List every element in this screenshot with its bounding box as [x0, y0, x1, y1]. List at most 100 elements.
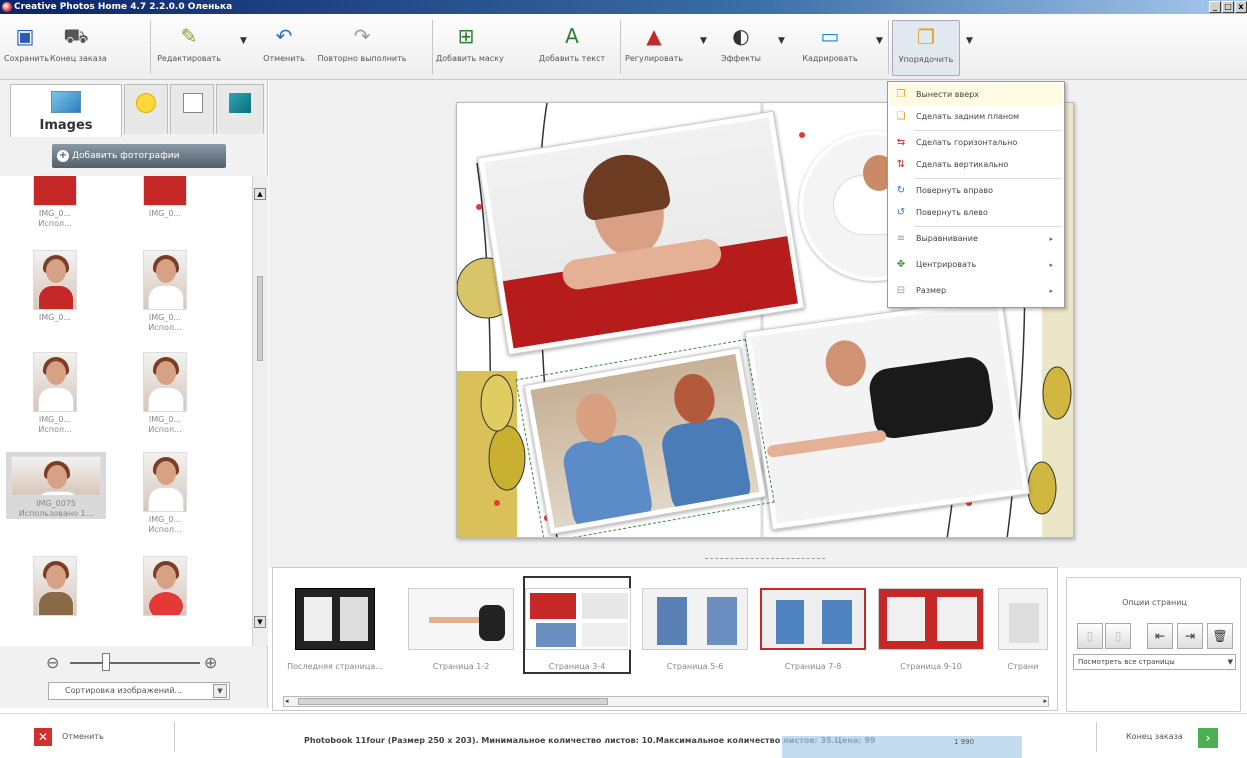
close-button[interactable]: x	[1235, 1, 1247, 13]
cancel-button[interactable]: ✕ Отменить	[34, 728, 164, 748]
left-panel: Images + Добавить фотографии IMG_0... Ис…	[0, 80, 268, 708]
page-thumbnail[interactable]: Страница 5-6	[641, 588, 749, 671]
photo-thumbnail[interactable]: IMG_0... Испол...	[130, 250, 200, 333]
page-thumbnail[interactable]: Страни	[995, 588, 1051, 671]
thumbnail-scrollbar[interactable]: ▲ ▼	[252, 176, 268, 646]
add-frame-button[interactable]: ⊞ Добавить маску	[436, 20, 504, 76]
menu-item-size[interactable]: ⊟ Размер ▸	[889, 280, 1063, 302]
maximize-button[interactable]: □	[1222, 1, 1234, 13]
scroll-left-button[interactable]: ◂	[285, 697, 289, 705]
tab-backgrounds[interactable]	[216, 84, 264, 134]
menu-label: Сделать горизонтально	[916, 138, 1018, 147]
redo-button[interactable]: ↷ Повторно выполнить	[312, 20, 412, 76]
page-strip-scrollbar[interactable]: ◂ ▸	[283, 696, 1049, 707]
scroll-thumb[interactable]	[257, 276, 263, 361]
page-thumbnail[interactable]: Последняя страница...	[281, 588, 389, 671]
photo-frame-woman-stretching[interactable]	[744, 295, 1030, 531]
add-photos-button[interactable]: + Добавить фотографии	[52, 144, 226, 168]
menu-item-flip-vertical[interactable]: ⇅ Сделать вертикально	[889, 154, 1063, 176]
photo-thumbnail[interactable]: IMG_0... Испол...	[130, 452, 200, 535]
photo-thumbnail[interactable]: IMG_0... Испол...	[20, 176, 90, 229]
view-pages-dropdown[interactable]: Посмотреть все страницы ▼	[1073, 654, 1236, 670]
edit-button[interactable]: ✎ Редактировать	[154, 20, 224, 76]
photo-thumbnail[interactable]: IMG_0...	[20, 250, 90, 323]
cancel-label: Отменить	[62, 732, 104, 741]
flip-horizontal-icon: ⇆	[896, 137, 906, 148]
menu-item-rotate-left[interactable]: ↺ Повернуть влево	[889, 202, 1063, 224]
edit-label: Редактировать	[157, 54, 221, 63]
adjust-button[interactable]: ▲ Регулировать	[624, 20, 684, 76]
thumbnail-status: Испол...	[148, 425, 182, 434]
photo-thumbnail[interactable]	[20, 556, 90, 619]
zoom-slider-thumb[interactable]	[102, 653, 110, 671]
tab-layouts[interactable]	[170, 84, 214, 134]
page-thumbnail-image	[408, 588, 514, 650]
rotate-right-icon: ↻	[896, 185, 906, 196]
photo-thumbnail-selected[interactable]: IMG_0075 Использовано 1...	[6, 452, 106, 519]
minimize-button[interactable]: _	[1209, 1, 1221, 13]
app-icon	[2, 2, 12, 12]
zoom-control: ⊖ ⊕	[30, 645, 250, 685]
page-label: Последняя страница...	[287, 662, 383, 671]
menu-label: Выравнивание	[916, 234, 978, 243]
menu-item-rotate-right[interactable]: ↻ Повернуть вправо	[889, 180, 1063, 202]
title-bar: Creative Photos Home 4.7 2.2.0.0 Оленька…	[0, 0, 1247, 14]
crop-button[interactable]: ▭ Кадрировать	[790, 20, 870, 76]
toolbar-separator	[620, 20, 621, 74]
page-option-disabled-button[interactable]: ▯	[1077, 623, 1103, 649]
menu-separator	[914, 178, 1062, 179]
zoom-out-icon[interactable]: ⊖	[46, 653, 59, 672]
photo-thumbnail[interactable]: IMG_0...	[130, 176, 200, 219]
effects-button[interactable]: ◐ Эффекты	[712, 20, 770, 76]
photo-thumbnail[interactable]: IMG_0... Испол...	[20, 352, 90, 435]
menu-item-flip-horizontal[interactable]: ⇆ Сделать горизонтально	[889, 132, 1063, 154]
menu-item-align[interactable]: ≡ Выравнивание ▸	[889, 228, 1063, 250]
menu-item-bring-forward[interactable]: ❐ Вынести вверх	[889, 84, 1063, 106]
arrange-dropdown-arrow[interactable]: ▼	[966, 36, 973, 46]
scroll-up-button[interactable]: ▲	[254, 188, 266, 200]
cart-button[interactable]: ⛟ Конец заказа	[50, 20, 107, 76]
rotate-left-icon: ↺	[896, 207, 906, 218]
window-title: Creative Photos Home 4.7 2.2.0.0 Оленька	[14, 2, 233, 12]
photo-thumbnail[interactable]: IMG_0... Испол...	[130, 352, 200, 435]
tab-stickers[interactable]	[124, 84, 168, 134]
page-option-disabled-button[interactable]: ▯	[1105, 623, 1131, 649]
save-button[interactable]: ▣ Сохранить	[4, 20, 49, 76]
redo-icon: ↷	[353, 24, 371, 48]
add-text-button[interactable]: A Добавить текст	[532, 20, 612, 76]
effects-dropdown-arrow[interactable]: ▼	[778, 36, 785, 46]
page-thumbnail[interactable]: Страница 7-8	[759, 588, 867, 671]
checkout-button[interactable]: Конец заказа ›	[1126, 728, 1226, 748]
thumbnail-name: IMG_0...	[148, 515, 182, 524]
photo-thumbnail[interactable]	[130, 556, 200, 619]
menu-item-center[interactable]: ✥ Центрировать ▸	[889, 254, 1063, 276]
zoom-slider-track[interactable]	[70, 662, 200, 664]
edit-dropdown-arrow[interactable]: ▼	[240, 36, 247, 46]
adjust-dropdown-arrow[interactable]: ▼	[700, 36, 707, 46]
spread-resize-handle[interactable]	[705, 558, 825, 566]
crop-icon: ▭	[820, 24, 840, 48]
arrange-button[interactable]: ❐ Упорядочить	[892, 20, 960, 76]
page-label: Страница 9-10	[900, 662, 962, 671]
scroll-right-button[interactable]: ▸	[1043, 697, 1047, 705]
insert-page-before-button[interactable]: ⇤	[1147, 623, 1173, 649]
page-thumbnail[interactable]: Страница 9-10	[877, 588, 985, 671]
menu-item-send-back[interactable]: ❏ Сделать задним планом	[889, 106, 1063, 128]
redo-label: Повторно выполнить	[317, 54, 407, 63]
page-thumbnail-active[interactable]: Страница 3-4	[523, 576, 631, 674]
delete-page-button[interactable]: 🗑	[1207, 623, 1233, 649]
sort-dropdown[interactable]: Сортировка изображений... ▼	[48, 682, 230, 700]
scroll-down-button[interactable]: ▼	[254, 616, 266, 628]
scroll-thumb[interactable]	[298, 698, 608, 705]
menu-label: Размер	[916, 286, 947, 295]
editor-canvas[interactable]	[269, 80, 1247, 568]
insert-page-after-button[interactable]: ⇥	[1177, 623, 1203, 649]
zoom-in-icon[interactable]: ⊕	[204, 653, 217, 672]
crop-dropdown-arrow[interactable]: ▼	[876, 36, 883, 46]
tab-images[interactable]: Images	[10, 84, 122, 137]
thumbnail-name: IMG_0075	[36, 499, 76, 508]
arrange-context-menu: ❐ Вынести вверх ❏ Сделать задним планом ⇆ С…	[887, 81, 1065, 308]
page-thumbnail[interactable]: Страница 1-2	[407, 588, 515, 671]
save-icon: ▣	[15, 24, 35, 48]
undo-button[interactable]: ↶ Отменить	[260, 20, 308, 76]
